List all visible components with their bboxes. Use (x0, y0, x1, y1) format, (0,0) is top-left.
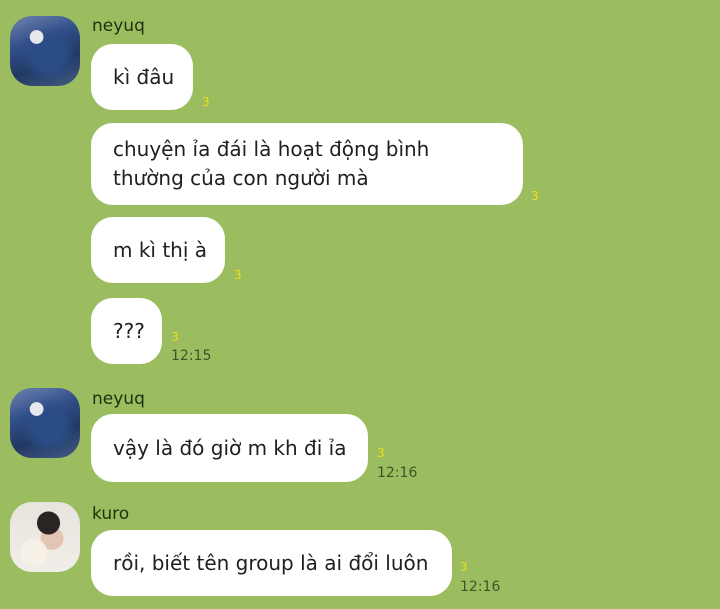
read-count: 3 (234, 268, 242, 282)
read-count: 3 (531, 189, 539, 203)
message-bubble[interactable]: kì đâu (91, 44, 193, 110)
avatar[interactable] (10, 16, 80, 86)
sender-name: neyuq (92, 389, 145, 409)
read-count: 3 (460, 560, 468, 574)
message-bubble[interactable]: vậy là đó giờ m kh đi ỉa (91, 414, 368, 482)
message-bubble[interactable]: ??? (91, 298, 162, 364)
read-count: 3 (377, 446, 385, 460)
message-bubble[interactable]: m kì thị à (91, 217, 225, 283)
message-text: m kì thị à (113, 237, 208, 262)
read-count: 3 (202, 95, 210, 109)
sender-name: kuro (92, 504, 130, 524)
message-text: ??? (113, 318, 145, 343)
timestamp: 12:15 (171, 348, 212, 364)
avatar[interactable] (10, 502, 80, 572)
timestamp: 12:16 (460, 579, 501, 595)
message-bubble[interactable]: chuyện ỉa đái là hoạt động bình thường c… (91, 123, 523, 205)
read-count: 3 (171, 330, 179, 344)
message-text: rồi, biết tên group là ai đổi luôn (113, 550, 429, 575)
message-text: kì đâu (113, 64, 175, 89)
message-bubble[interactable]: rồi, biết tên group là ai đổi luôn (91, 530, 452, 596)
avatar[interactable] (10, 388, 80, 458)
timestamp: 12:16 (377, 465, 418, 481)
sender-name: neyuq (92, 16, 145, 36)
message-text: vậy là đó giờ m kh đi ỉa (113, 435, 347, 460)
message-text: chuyện ỉa đái là hoạt động bình thường c… (113, 137, 430, 190)
